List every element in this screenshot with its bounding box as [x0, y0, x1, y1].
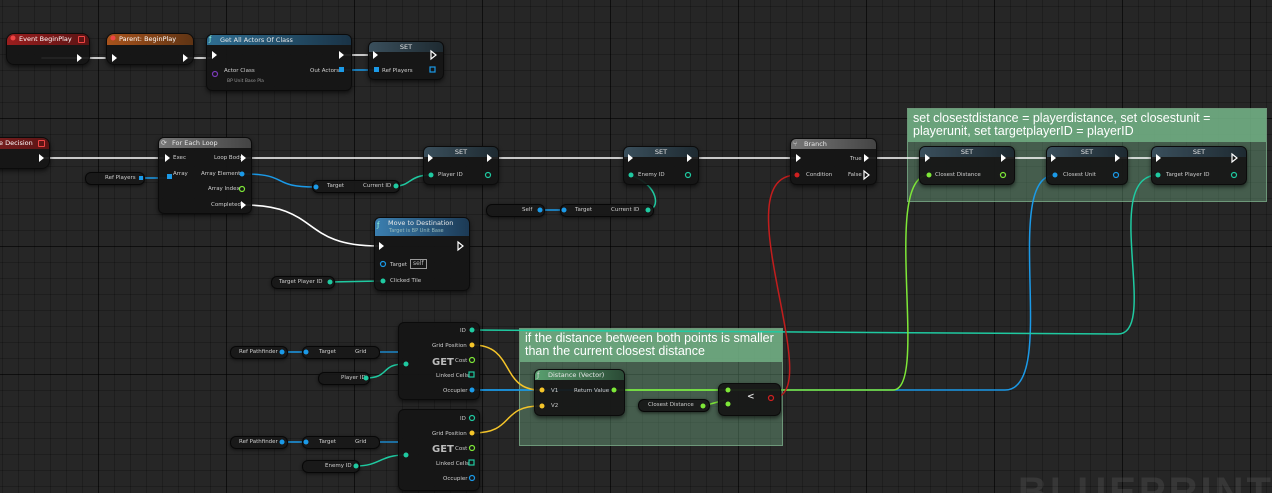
get-map-node-2[interactable]: GET ID Grid Position Cost Linked Cells O… — [398, 409, 480, 491]
node-title: SET — [654, 148, 668, 156]
less-than-node[interactable]: < — [718, 383, 781, 416]
node-title: Get All Actors Of Class — [220, 36, 293, 44]
node-title: SET — [960, 148, 974, 156]
less-than-symbol: < — [747, 392, 755, 402]
node-header: SET — [624, 147, 698, 157]
array-label: Array — [173, 171, 188, 177]
event-begin-play-node[interactable]: Event BeginPlay — [6, 33, 90, 65]
enemy-id-pin-label: Enemy ID — [638, 172, 665, 178]
get-map-node-1[interactable]: GET ID Grid Position Cost Linked Cells O… — [398, 322, 480, 400]
node-header: SET — [920, 147, 1014, 157]
node-header: Parent: BeginPlay — [107, 34, 193, 45]
node-title: e Decision — [0, 139, 33, 147]
node-header: Event BeginPlay — [7, 34, 89, 45]
blueprint-graph[interactable]: set closestdistance = playerdistance, se… — [0, 0, 1272, 493]
ref-players-pin-label: Ref Players — [382, 68, 413, 74]
enemy-id-getter[interactable]: Enemy ID — [302, 460, 360, 473]
parent-begin-play-node[interactable]: Parent: BeginPlay — [106, 33, 194, 65]
get-grid-node-1[interactable]: Target Grid — [302, 346, 380, 359]
blueprint-watermark: BLUEPRINT — [1018, 470, 1272, 493]
player-id-pin-label: Player ID — [438, 172, 463, 178]
node-title: SET — [454, 148, 468, 156]
node-title: Move to Destination — [388, 219, 454, 227]
set-closest-distance-node[interactable]: SET Closest Distance — [919, 146, 1015, 185]
set-player-id-node[interactable]: SET Player ID — [423, 146, 499, 185]
node-title: Event BeginPlay — [19, 35, 72, 43]
for-each-loop-node[interactable]: For Each Loop Exec Array Loop Body Array… — [158, 137, 252, 214]
node-title: SET — [399, 43, 413, 51]
get-all-actors-of-class-node[interactable]: Get All Actors Of Class Actor Class BP U… — [206, 34, 352, 91]
exec-label: Exec — [173, 155, 186, 161]
node-header: Distance (Vector) — [535, 370, 624, 380]
actor-class-label: Actor Class — [224, 68, 255, 74]
target-player-id-getter[interactable]: Target Player ID — [271, 276, 335, 289]
node-header: SET — [1152, 147, 1246, 157]
array-element-label: Array Element — [201, 171, 241, 177]
get-grid-node-2[interactable]: Target Grid — [302, 436, 380, 449]
out-actors-label: Out Actors — [310, 68, 340, 74]
node-header: Branch — [791, 139, 876, 149]
node-title: For Each Loop — [172, 139, 218, 147]
set-ref-players-node[interactable]: SET Ref Players — [368, 41, 444, 80]
target-self-box[interactable]: self — [410, 259, 427, 269]
node-header: SET — [369, 42, 443, 52]
node-header: SET — [1047, 147, 1127, 157]
true-label: True — [850, 156, 862, 162]
ref-pathfinder-getter-1[interactable]: Ref Pathfinder — [230, 346, 288, 359]
distance-vector-node[interactable]: Distance (Vector) V1 V2 Return Value — [534, 369, 625, 416]
node-title: Distance (Vector) — [548, 371, 605, 379]
ref-pathfinder-getter-2[interactable]: Ref Pathfinder — [230, 436, 288, 449]
false-label: False — [848, 172, 862, 178]
get-current-id-node-2[interactable]: Target Current ID — [560, 204, 654, 217]
branch-node[interactable]: Branch Condition True False — [790, 138, 877, 185]
delegate-pin[interactable] — [78, 36, 85, 43]
closest-distance-getter[interactable]: Closest Distance — [638, 399, 710, 412]
ref-players-getter[interactable]: Ref Players — [85, 172, 145, 185]
closest-distance-pin-label: Closest Distance — [935, 172, 981, 178]
node-title: Branch — [804, 140, 827, 148]
get-current-id-node[interactable]: Target Current ID — [312, 180, 400, 193]
wires-layer — [41, 54, 1159, 467]
array-index-label: Array Index — [208, 186, 240, 192]
node-header: For Each Loop — [159, 138, 251, 148]
get-label: GET — [432, 357, 454, 368]
set-enemy-id-node[interactable]: SET Enemy ID — [623, 146, 699, 185]
clicked-tile-label: Clicked Tile — [390, 278, 422, 284]
delegate-pin[interactable] — [38, 140, 45, 147]
set-closest-unit-node[interactable]: SET Closest Unit — [1046, 146, 1128, 185]
player-id-getter[interactable]: Player ID — [318, 372, 370, 385]
set-target-player-id-node[interactable]: SET Target Player ID — [1151, 146, 1247, 185]
target-player-id-pin-label: Target Player ID — [1166, 172, 1210, 178]
loop-body-label: Loop Body — [214, 155, 243, 161]
decision-event-node[interactable]: e Decision — [0, 137, 50, 169]
completed-label: Completed — [211, 202, 241, 208]
closest-unit-pin-label: Closest Unit — [1063, 172, 1096, 178]
node-subtitle: Target is BP Unit Base — [389, 228, 444, 234]
target-label: Target — [390, 262, 408, 268]
actor-class-dropdown[interactable]: BP Unit Base Pla — [227, 78, 264, 85]
move-to-destination-node[interactable]: Move to Destination Target is BP Unit Ba… — [374, 217, 470, 291]
get-label: GET — [432, 444, 454, 455]
condition-label: Condition — [806, 172, 833, 178]
node-header: SET — [424, 147, 498, 157]
node-title: SET — [1192, 148, 1206, 156]
node-header: Get All Actors Of Class — [207, 35, 351, 45]
self-node[interactable]: Self — [486, 204, 545, 217]
node-title: Parent: BeginPlay — [119, 35, 177, 43]
node-title: SET — [1080, 148, 1094, 156]
